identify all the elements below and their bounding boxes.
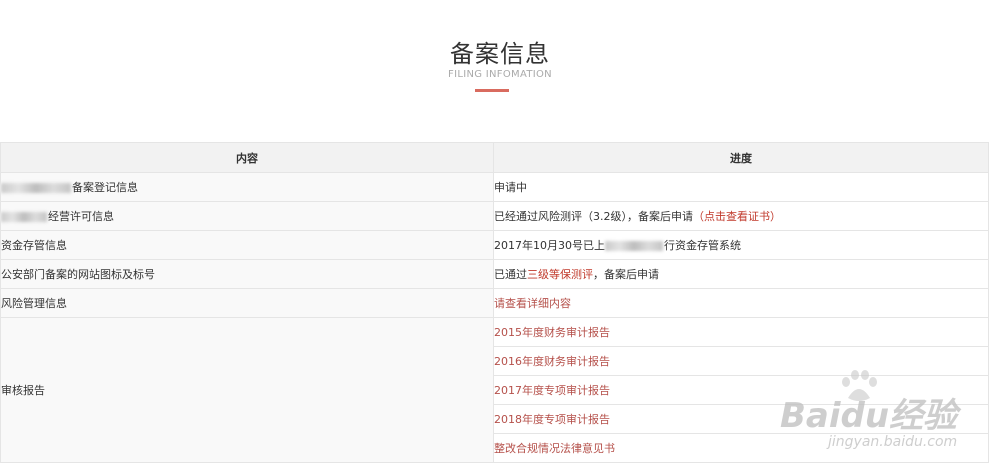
row-progress-text: 申请中 xyxy=(494,181,528,194)
row-progress-cell: 已经通过风险测评（3.2级），备案后申请（点击查看证书） xyxy=(493,201,989,231)
report-link[interactable]: 2015年度财务审计报告 xyxy=(495,326,611,339)
table-row: 公安部门备案的网站图标及标号 已通过三级等保测评，备案后申请 xyxy=(0,259,989,289)
view-certificate-link[interactable]: （点击查看证书） xyxy=(693,210,781,223)
row-progress-cell: 2017年10月30号已上 行资金存管系统 xyxy=(493,230,989,260)
filing-page: 备案信息 FILING INFOMATION 内容 进度 备案登记信息 申请中 … xyxy=(0,0,1000,476)
row-progress-text: 2017年10月30号已上 xyxy=(494,239,606,252)
row-content-cell: 资金存管信息 xyxy=(0,230,494,260)
section-header: 备案信息 FILING INFOMATION xyxy=(0,0,1000,140)
row-content-label: 资金存管信息 xyxy=(1,239,68,252)
filing-table: 内容 进度 备案登记信息 申请中 经营许可信息 已经通过风险测评（3.2级），备… xyxy=(0,142,989,463)
row-content-cell: 备案登记信息 xyxy=(0,172,494,202)
security-test-link[interactable]: 三级等保测评 xyxy=(527,268,593,281)
row-content-cell: 公安部门备案的网站图标及标号 xyxy=(0,259,494,289)
report-link[interactable]: 整改合规情况法律意见书 xyxy=(495,442,616,455)
column-header-content: 内容 xyxy=(0,142,494,173)
redacted-text xyxy=(1,183,71,193)
report-link[interactable]: 2018年度专项审计报告 xyxy=(495,413,611,426)
report-link[interactable]: 2017年度专项审计报告 xyxy=(495,384,611,397)
report-link-cell: 2018年度专项审计报告 xyxy=(493,404,989,434)
report-link-cell: 2015年度财务审计报告 xyxy=(493,317,989,347)
row-progress-text: 已经通过风险测评（3.2级），备案后申请 xyxy=(494,210,694,223)
row-content-cell: 经营许可信息 xyxy=(0,201,494,231)
row-progress-cell: 请查看详细内容 xyxy=(493,288,989,318)
row-progress-cell: 申请中 xyxy=(493,172,989,202)
table-row: 风险管理信息 请查看详细内容 xyxy=(0,288,989,318)
row-progress-cell: 已通过三级等保测评，备案后申请 xyxy=(493,259,989,289)
table-row: 审核报告 2015年度财务审计报告 xyxy=(0,317,989,463)
page-subtitle: FILING INFOMATION xyxy=(448,69,552,80)
row-progress-suffix: ，备案后申请 xyxy=(593,268,659,281)
redacted-text xyxy=(1,212,47,222)
audit-report-label-cell: 审核报告 xyxy=(0,317,494,463)
title-underline xyxy=(475,89,509,92)
report-link-cell: 2016年度财务审计报告 xyxy=(493,346,989,376)
column-header-progress: 进度 xyxy=(493,142,989,173)
row-content-label: 公安部门备案的网站图标及标号 xyxy=(1,268,156,281)
row-content-label: 风险管理信息 xyxy=(1,297,68,310)
audit-report-label: 审核报告 xyxy=(1,384,46,397)
redacted-text xyxy=(605,241,663,251)
row-content-cell: 风险管理信息 xyxy=(0,288,494,318)
table-header-row: 内容 进度 xyxy=(0,142,989,173)
report-link[interactable]: 2016年度财务审计报告 xyxy=(495,355,611,368)
row-content-label: 备案登记信息 xyxy=(72,181,138,194)
report-link-cell: 整改合规情况法律意见书 xyxy=(493,433,989,463)
row-progress-suffix: 行资金存管系统 xyxy=(664,239,741,252)
table-row: 资金存管信息 2017年10月30号已上 行资金存管系统 xyxy=(0,230,989,260)
view-details-link[interactable]: 请查看详细内容 xyxy=(495,297,572,310)
table-row: 备案登记信息 申请中 xyxy=(0,172,989,202)
report-link-cell: 2017年度专项审计报告 xyxy=(493,375,989,405)
filing-table-wrapper: 内容 进度 备案登记信息 申请中 经营许可信息 已经通过风险测评（3.2级），备… xyxy=(0,142,989,463)
row-content-label: 经营许可信息 xyxy=(48,210,114,223)
row-progress-text: 已通过 xyxy=(494,268,528,281)
page-title: 备案信息 xyxy=(450,40,550,68)
table-row: 经营许可信息 已经通过风险测评（3.2级），备案后申请（点击查看证书） xyxy=(0,201,989,231)
